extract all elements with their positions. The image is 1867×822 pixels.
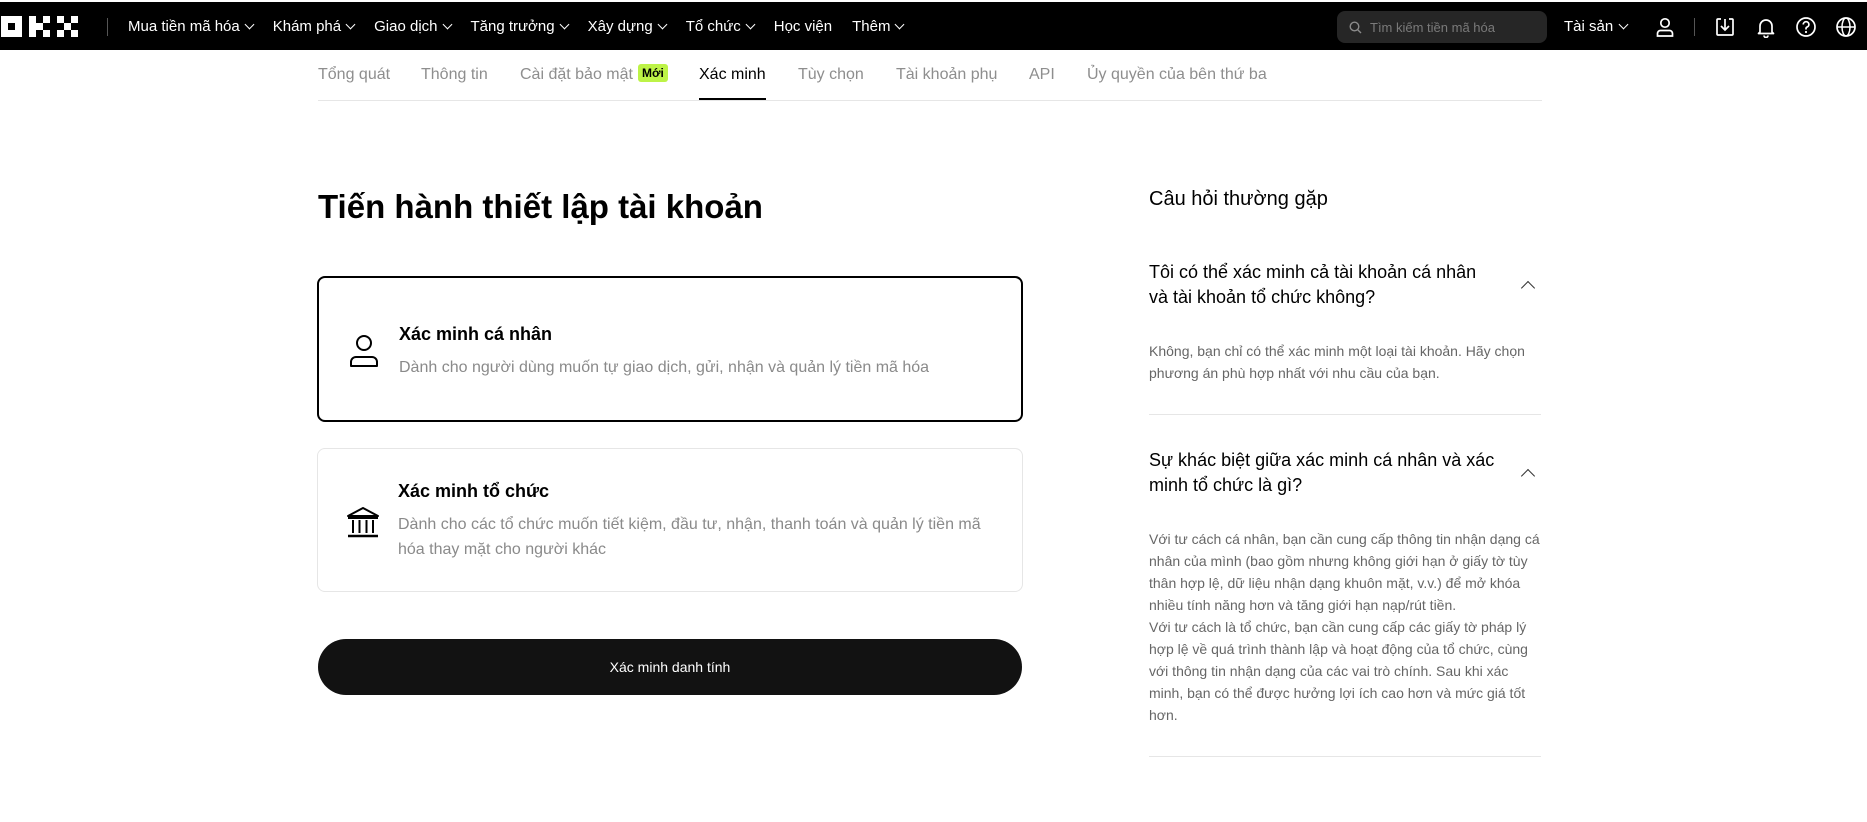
assets-menu[interactable]: Tài sản bbox=[1564, 2, 1629, 50]
faq-item: Tôi có thể xác minh cả tài khoản cá nhân… bbox=[1149, 258, 1541, 415]
nav-item-label: Học viện bbox=[773, 17, 833, 35]
nav-item-label: Mua tiền mã hóa bbox=[128, 17, 240, 35]
faq-question[interactable]: Tôi có thể xác minh cả tài khoản cá nhân… bbox=[1149, 260, 1499, 310]
faq-title: Câu hỏi thường gặp bbox=[1149, 188, 1328, 210]
chevron-down-icon bbox=[442, 19, 452, 29]
chevron-up-icon[interactable] bbox=[1520, 468, 1536, 484]
option-description: Dành cho người dùng muốn tự giao dịch, g… bbox=[399, 359, 930, 376]
search-input[interactable] bbox=[1370, 19, 1540, 35]
new-badge: Mới bbox=[637, 64, 668, 82]
download-icon[interactable] bbox=[1714, 16, 1736, 38]
tab-label: Cài đặt bảo mật bbox=[520, 66, 633, 83]
faq-answer: Với tư cách cá nhân, bạn cần cung cấp th… bbox=[1149, 531, 1540, 613]
option-description: Dành cho các tổ chức muốn tiết kiệm, đầu… bbox=[398, 516, 981, 558]
chevron-down-icon bbox=[1618, 19, 1629, 29]
help-icon[interactable] bbox=[1795, 16, 1817, 38]
chevron-down-icon bbox=[657, 19, 668, 29]
chevron-down-icon bbox=[895, 19, 905, 29]
institutional-verification-option[interactable]: Xác minh tổ chức Dành cho các tổ chức mu… bbox=[317, 448, 1023, 592]
tab-profile[interactable]: Thông tin bbox=[421, 66, 488, 84]
faq-answer-continued: Với tư cách là tổ chức, bạn cần cung cấp… bbox=[1149, 619, 1528, 723]
chevron-down-icon bbox=[559, 19, 570, 29]
nav-item-buy-crypto[interactable]: Mua tiền mã hóa bbox=[128, 17, 255, 35]
tab-verification[interactable]: Xác minh bbox=[699, 66, 766, 84]
nav-item-label: Thêm bbox=[852, 17, 891, 35]
header-divider bbox=[1694, 18, 1695, 36]
faq-question[interactable]: Sự khác biệt giữa xác minh cá nhân và xá… bbox=[1149, 448, 1499, 498]
nav-item-institutional[interactable]: Tổ chức bbox=[685, 17, 756, 35]
person-icon bbox=[350, 335, 378, 367]
nav-item-label: Tăng trưởng bbox=[470, 17, 555, 35]
logo-divider bbox=[107, 18, 108, 36]
individual-verification-option[interactable]: Xác minh cá nhân Dành cho người dùng muố… bbox=[317, 276, 1023, 422]
nav-item-trade[interactable]: Giao dịch bbox=[374, 17, 452, 35]
globe-icon[interactable] bbox=[1835, 16, 1857, 38]
verify-identity-button[interactable]: Xác minh danh tính bbox=[318, 639, 1022, 695]
nav-item-academy[interactable]: Học viện bbox=[774, 18, 832, 35]
nav-item-label: Xây dựng bbox=[587, 17, 653, 35]
okx-logo-icon[interactable] bbox=[1, 16, 81, 38]
nav-item-label: Tổ chức bbox=[685, 17, 741, 35]
tab-preferences[interactable]: Tùy chọn bbox=[798, 66, 864, 84]
nav-item-more[interactable]: Thêm bbox=[852, 17, 905, 35]
chevron-up-icon[interactable] bbox=[1520, 280, 1536, 296]
page-title: Tiến hành thiết lập tài khoản bbox=[318, 188, 763, 225]
bell-icon[interactable] bbox=[1755, 16, 1777, 38]
nav-item-grow[interactable]: Tăng trưởng bbox=[470, 17, 570, 35]
chevron-down-icon bbox=[244, 19, 255, 29]
search-icon bbox=[1349, 20, 1362, 33]
option-title: Xác minh cá nhân bbox=[399, 324, 553, 344]
tab-third-party-authorization[interactable]: Ủy quyền của bên thứ ba bbox=[1087, 66, 1267, 84]
tab-security[interactable]: Cài đặt bảo mật Mới bbox=[520, 64, 668, 84]
option-title: Xác minh tổ chức bbox=[398, 481, 550, 501]
faq-answer: Không, bạn chỉ có thể xác minh một loại … bbox=[1149, 343, 1525, 381]
tab-api[interactable]: API bbox=[1029, 66, 1055, 84]
active-tab-indicator bbox=[699, 98, 766, 100]
institution-icon bbox=[347, 507, 379, 538]
search-box[interactable] bbox=[1337, 11, 1547, 43]
assets-label: Tài sản bbox=[1564, 17, 1614, 35]
nav-item-discover[interactable]: Khám phá bbox=[272, 17, 356, 35]
nav-item-label: Giao dịch bbox=[374, 17, 438, 35]
top-navigation-bar: Mua tiền mã hóa Khám phá Giao dịch Tăng … bbox=[0, 2, 1867, 50]
faq-item: Sự khác biệt giữa xác minh cá nhân và xá… bbox=[1149, 446, 1541, 757]
main-nav: Mua tiền mã hóa Khám phá Giao dịch Tăng … bbox=[128, 2, 923, 50]
tab-overview[interactable]: Tổng quát bbox=[318, 66, 390, 84]
account-tabs: Tổng quát Thông tin Cài đặt bảo mật Mới X… bbox=[318, 50, 1542, 101]
chevron-down-icon bbox=[345, 19, 356, 29]
user-icon[interactable] bbox=[1654, 16, 1676, 38]
nav-item-label: Khám phá bbox=[272, 17, 342, 35]
tab-sub-accounts[interactable]: Tài khoản phụ bbox=[896, 66, 997, 84]
nav-item-build[interactable]: Xây dựng bbox=[587, 17, 668, 35]
chevron-down-icon bbox=[745, 19, 756, 29]
